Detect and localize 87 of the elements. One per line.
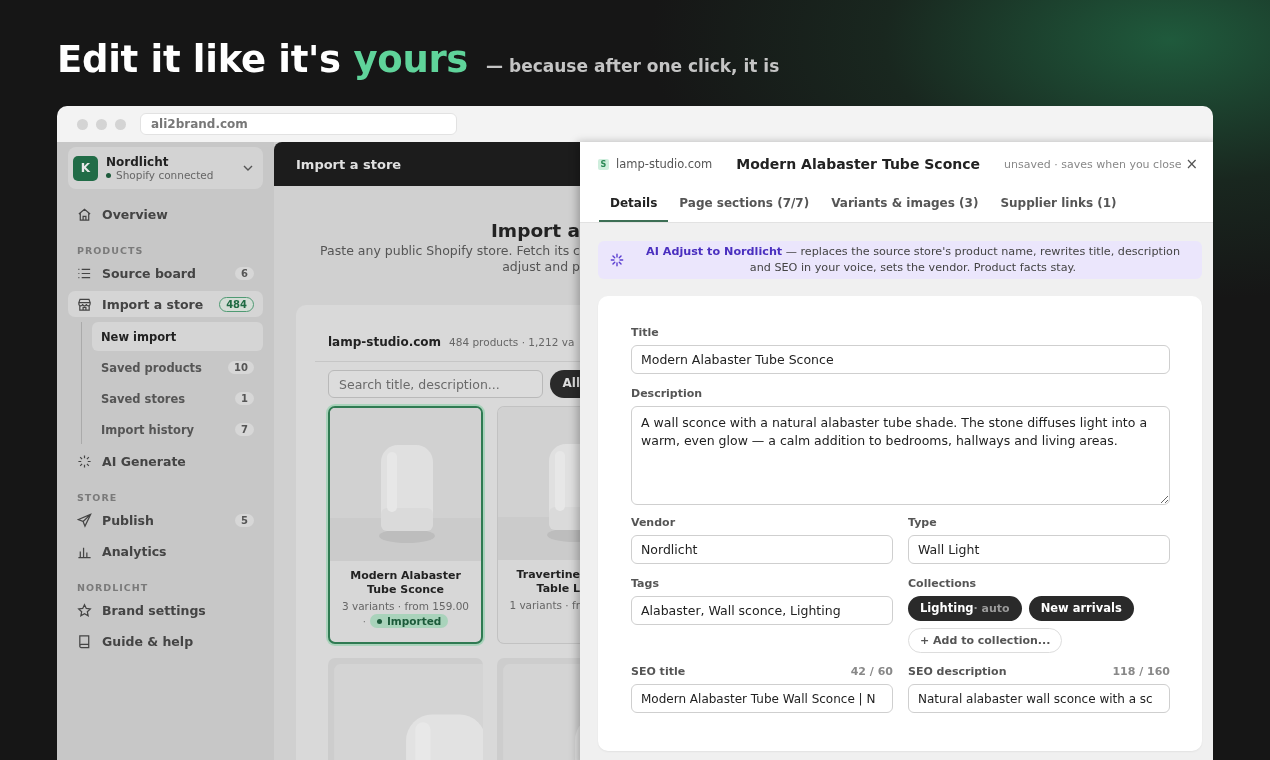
separator: · [362,615,366,627]
collection-chip[interactable]: New arrivals [1028,596,1134,621]
nav-subitem[interactable]: Saved products 10 [92,353,263,382]
field-label: Tags [631,577,660,590]
page-subtitle: Paste any public Shopify store. Fetch its c [319,243,580,259]
product-card[interactable]: Travertine Table L 1 variants · fr [497,406,580,644]
tab[interactable]: Page sections (7/7) [668,186,821,222]
page-title: Import a [490,220,580,241]
vendor-field[interactable]: Nordlicht [631,535,893,564]
nav-subitem[interactable]: Saved stores 1 [92,384,263,413]
tab[interactable]: Variants & images (3) [820,186,990,222]
type-field[interactable]: Wall Light [908,535,1170,564]
nav-item[interactable]: Guide & help [68,628,263,654]
panel-title: Modern Alabaster Tube Sconce [736,156,981,172]
close-button[interactable]: × [1181,155,1202,173]
collection-chip[interactable]: Lighting· auto [908,596,1022,621]
character-counter: 42 / 60 [850,665,893,680]
workspace-name: Nordlicht [106,155,170,169]
store-icon [77,296,92,312]
tagline: — because after one click, it is [486,56,780,76]
section-heading: NORDLICHT [76,581,150,595]
product-title: Modern Alabaster [349,569,462,583]
count-badge: 5 [235,513,254,527]
page-header-title: Import a store [296,156,402,172]
store-meta: 484 products · 1,212 va [449,336,575,348]
workspace-avatar: K [73,155,98,181]
count-badge: 7 [235,423,254,436]
filter-chip[interactable]: All [550,370,580,398]
product-title: Travertine [515,568,580,582]
window-dot[interactable] [96,118,107,130]
source-store: lamp-studio.com [616,157,713,171]
headline: Edit it like it's yours [57,38,469,81]
window-dot[interactable] [77,118,88,130]
nav-item[interactable]: Overview [68,201,263,227]
nav-item[interactable]: Brand settings [68,597,263,623]
section-heading: PRODUCTS [76,244,145,258]
workspace-switcher[interactable]: K Nordlicht Shopify connected [68,147,263,189]
tab[interactable]: Supplier links (1) [989,186,1128,222]
save-note: unsaved · saves when you close [1004,157,1182,171]
nav-item[interactable]: Import a store 484 [68,291,263,317]
count-badge: 1 [235,392,254,405]
nav-subitem[interactable]: Import history 7 [92,415,263,444]
field-label: Description [631,387,704,400]
tags-field[interactable]: Alabaster, Wall sconce, Lighting [631,596,893,625]
field-label: Title [631,326,660,339]
nav-item[interactable]: Source board 6 [68,260,263,286]
nav-item[interactable]: Analytics [68,538,263,564]
product-card[interactable]: Modern Alabaster Tube Sconce 3 variants · from 159.00 · Imported [328,406,483,644]
seo-description-field[interactable]: Natural alabaster wall sconce with a sc [908,684,1170,713]
section-heading: STORE [76,491,119,505]
count-badge: 6 [235,266,254,280]
store-name: lamp-studio.com [328,335,442,349]
field-label: Type [908,516,938,529]
send-icon [77,512,92,528]
product-title: Table L [535,582,580,596]
book-icon [77,633,92,649]
field-label: SEO title [631,665,686,678]
add-collection-button[interactable]: + Add to collection... [908,628,1063,653]
character-counter: 118 / 160 [1112,665,1170,680]
status-badge: Imported [369,614,449,628]
address-bar[interactable]: ali2brand.com [140,113,457,135]
seo-title-field[interactable]: Modern Alabaster Tube Wall Sconce | N [631,684,893,713]
nav-item[interactable]: AI Generate [68,448,263,474]
sparkle-icon [610,253,624,267]
connection-status: Shopify connected [106,169,235,181]
home-icon [77,206,92,222]
nav-item[interactable]: Publish 5 [68,507,263,533]
product-title: Tube Sconce [365,583,446,597]
chevron-icon [243,165,253,171]
nav-subitem[interactable]: New import [92,322,263,351]
field-label: Vendor [631,516,677,529]
banner-text: AI Adjust to Nordlicht — replaces the source store's product name, rewrites title, description and SEO in your voice, sets the vendor. Product facts stay. [645,244,1181,276]
title-field[interactable]: Modern Alabaster Tube Sconce [631,345,1170,374]
product-meta: 3 variants · from 159.00 [340,600,471,612]
field-label: Collections [908,577,978,590]
window-dot[interactable] [115,118,126,130]
count-badge: 484 [219,296,254,312]
product-meta: 1 variants · fr [508,599,580,611]
description-field[interactable]: A wall sconce with a natural alabaster tube shade. The stone diffuses light into a warm, even glow — a calm addition to bedrooms, hallways and living areas. [631,406,1170,505]
store-badge: S [598,158,609,170]
sparkle-icon [77,453,92,469]
search-field[interactable]: Search title, description... [328,370,544,398]
field-label: SEO description [908,665,1007,678]
page-subtitle: adjust and p [501,259,580,275]
tab[interactable]: Details [599,186,669,222]
count-badge: 10 [228,361,254,374]
star-icon [77,602,92,618]
